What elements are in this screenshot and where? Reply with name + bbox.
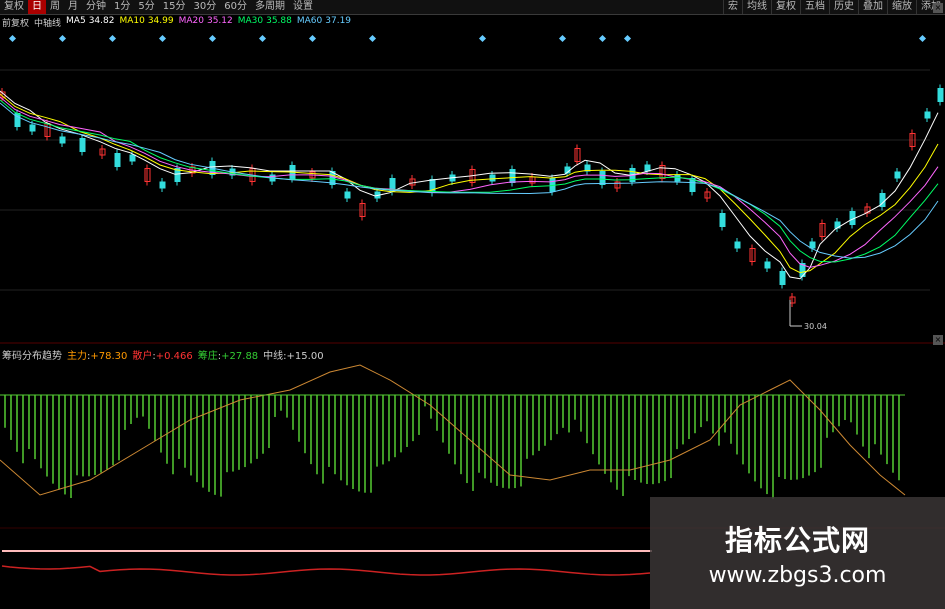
- signal-marker: [308, 34, 317, 43]
- candle-body: [79, 138, 86, 152]
- signal-marker: [108, 34, 117, 43]
- candle-body: [734, 241, 741, 249]
- signal-marker: [918, 34, 927, 43]
- signal-marker: [598, 34, 607, 43]
- candle-body: [159, 181, 166, 189]
- signal-marker: [158, 34, 167, 43]
- watermark-url: www.zbgs3.com: [708, 563, 887, 588]
- close-icon[interactable]: ×: [933, 3, 943, 13]
- candle-body: [924, 111, 931, 119]
- signal-marker: [208, 34, 217, 43]
- candle-body: [129, 154, 136, 162]
- candle-body: [489, 174, 496, 182]
- retail-line: [1, 565, 651, 576]
- ma-line-2: [0, 96, 939, 268]
- ma-line-0: [0, 90, 939, 280]
- watermark-title: 指标公式网: [724, 524, 870, 557]
- candle-body: [894, 171, 901, 179]
- candle-body: [764, 261, 771, 269]
- candle-body: [599, 171, 606, 185]
- candle-body: [644, 164, 651, 172]
- candle-body: [719, 213, 726, 227]
- signal-marker: [368, 34, 377, 43]
- candle-body: [29, 124, 36, 132]
- signal-marker: [558, 34, 567, 43]
- panel-close-icon[interactable]: ×: [933, 335, 943, 345]
- watermark: 指标公式网 www.zbgs3.com: [650, 497, 945, 609]
- low-price-label: 30.04: [804, 322, 827, 331]
- signal-marker: [8, 34, 17, 43]
- signal-marker: [58, 34, 67, 43]
- signal-marker: [258, 34, 267, 43]
- candle-body: [509, 169, 516, 183]
- candle-body: [344, 191, 351, 199]
- signal-marker: [478, 34, 487, 43]
- ma-line-1: [0, 93, 939, 274]
- candle-body: [937, 88, 944, 102]
- candle-body: [779, 271, 786, 285]
- signal-marker: [623, 34, 632, 43]
- candle-body: [809, 241, 816, 249]
- candle-body: [59, 136, 66, 144]
- main-force-line: [0, 364, 906, 496]
- candle-body: [114, 153, 121, 167]
